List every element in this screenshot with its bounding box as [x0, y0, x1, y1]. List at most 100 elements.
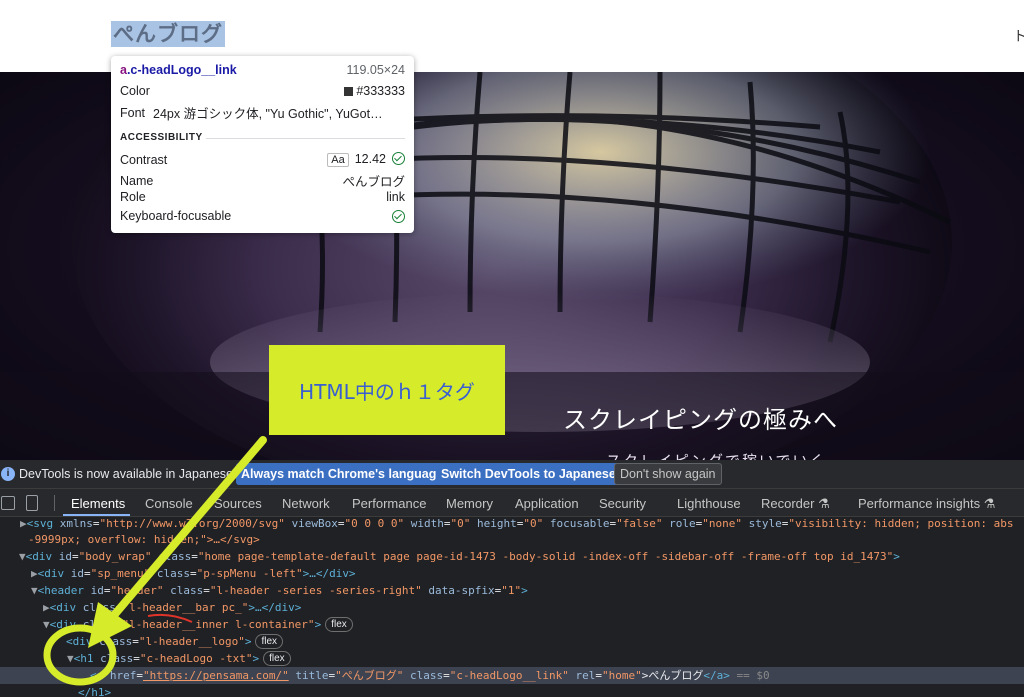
dom-attr-name: data-spfix — [428, 584, 495, 597]
dom-attr-value: "c-headLogo__link" — [449, 669, 569, 682]
collapse-arrow-icon[interactable]: ▼ — [43, 618, 50, 631]
tooltip-role-value: link — [386, 190, 405, 204]
devtools-tab-bar: Elements Console Sources Network Perform… — [0, 489, 1024, 517]
dom-attr-name: focusable — [549, 517, 610, 530]
tab-application[interactable]: Application — [515, 496, 579, 511]
tab-console[interactable]: Console — [145, 496, 193, 511]
inspect-element-icon[interactable] — [1, 496, 15, 510]
tab-performance-insights[interactable]: Performance insights ⚗ — [858, 496, 995, 512]
tab-network[interactable]: Network — [282, 496, 330, 511]
always-match-language-button[interactable]: Always match Chrome's language — [236, 463, 449, 485]
tab-performance[interactable]: Performance — [352, 496, 426, 511]
dom-node-header-inner[interactable]: ▼<div class="l-header__inner l-container… — [43, 616, 1024, 633]
dom-tag: </h1> — [78, 686, 112, 697]
tooltip-font-label: Font — [120, 105, 146, 120]
tooltip-contrast-value: 12.42 — [354, 152, 386, 166]
expand-arrow-icon[interactable]: ▶ — [31, 567, 38, 580]
collapse-arrow-icon[interactable]: ▼ — [19, 550, 26, 563]
hero-subtitle: スクレイピングで稼いでいく — [606, 450, 827, 460]
dom-attr-name: role — [669, 517, 696, 530]
flex-badge[interactable]: flex — [255, 634, 284, 649]
dom-tag: <div — [25, 550, 59, 563]
dom-selected-marker: == $0 — [729, 669, 770, 682]
dom-attr-name: width — [410, 517, 444, 530]
flex-badge[interactable]: flex — [325, 617, 353, 632]
dom-attr-value: "false" — [616, 517, 663, 530]
tab-lighthouse[interactable]: Lighthouse — [677, 496, 741, 511]
dom-attr-value: "l-header__logo" — [138, 635, 245, 648]
tooltip-role-label: Role — [120, 190, 146, 204]
annotation-callout: HTML中のｈ１タグ — [269, 345, 505, 435]
switch-to-japanese-button[interactable]: Switch DevTools to Japanese — [436, 463, 621, 485]
dom-tag: > — [521, 584, 528, 597]
site-logo-link[interactable]: ぺんブログ — [111, 21, 225, 47]
devtools-panel: i DevTools is now available in Japanese!… — [0, 460, 1024, 697]
tooltip-tag: a — [120, 63, 127, 77]
collapse-arrow-icon[interactable]: ▼ — [67, 652, 74, 665]
dom-node-header[interactable]: ▼<header id="header" class="l-header -se… — [31, 582, 1024, 599]
flex-badge[interactable]: flex — [263, 651, 291, 666]
tab-sources[interactable]: Sources — [214, 496, 262, 511]
color-swatch-icon — [344, 87, 354, 96]
dom-href-link[interactable]: "https://pensama.com/" — [143, 669, 289, 682]
dom-attr-value: "visibility: hidden; position: abs — [788, 517, 1014, 530]
dom-attr-name: id — [90, 584, 104, 597]
dom-attr-name: viewBox — [291, 517, 338, 530]
dom-node-sp-menu[interactable]: ▶<div id="sp_menu" class="p-spMenu -left… — [31, 565, 1024, 582]
tooltip-color-value: #333333 — [356, 84, 405, 98]
dom-tag: >…</div> — [302, 567, 356, 580]
dom-attr-value: "home" — [602, 669, 642, 682]
expand-arrow-icon[interactable]: ▶ — [43, 601, 50, 614]
dom-tag: <svg — [26, 517, 60, 530]
dom-node-anchor-selected[interactable]: <a href="https://pensama.com/" title="ぺん… — [0, 667, 1024, 684]
dom-node-header-logo[interactable]: <div class="l-header__logo"> flex — [66, 633, 1024, 650]
dom-attr-value: "none" — [702, 517, 742, 530]
tab-recorder[interactable]: Recorder ⚗ — [761, 496, 830, 512]
dom-attr-value: "0 0 0 0" — [344, 517, 405, 530]
tab-security[interactable]: Security — [599, 496, 646, 511]
dom-tag: <div — [66, 635, 100, 648]
dom-tag: </a> — [703, 669, 730, 682]
dom-attr-value: "http://www.w3.org/2000/svg" — [99, 517, 285, 530]
dom-attr-value: "body_wrap" — [78, 550, 152, 563]
tooltip-class: .c-headLogo__link — [126, 63, 237, 77]
dom-tag: > — [314, 618, 322, 631]
dom-node-svg-cont[interactable]: -9999px; overflow: hidden;">…</svg> — [28, 531, 1024, 548]
dom-tag: <div — [49, 601, 83, 614]
site-nav-item[interactable]: ト — [1013, 26, 1024, 46]
collapse-arrow-icon[interactable]: ▼ — [31, 584, 38, 597]
dom-node-h1[interactable]: ▼<h1 class="c-headLogo -txt"> flex — [67, 650, 1024, 667]
expand-arrow-icon[interactable]: ▶ — [20, 517, 27, 530]
dom-attr-value: "sp_menu" — [90, 567, 151, 580]
dom-attr-name: class — [156, 567, 190, 580]
dom-attr-name: title — [295, 669, 329, 682]
dom-tag: <header — [37, 584, 91, 597]
dom-attr-value: "p-spMenu -left" — [196, 567, 303, 580]
tab-elements[interactable]: Elements — [71, 496, 125, 511]
dom-node-body-wrap[interactable]: ▼<div id="body_wrap" class="home page-te… — [19, 548, 1024, 565]
tab-memory[interactable]: Memory — [446, 496, 493, 511]
tooltip-size: 119.05×24 — [346, 63, 405, 77]
dom-node-h1-close[interactable]: </h1> — [78, 684, 1024, 697]
dom-attr-value: -9999px; overflow: hidden;">…</svg> — [28, 533, 260, 546]
dom-node-header-bar[interactable]: ▶<div class="l-header__bar pc_">…</div> — [43, 599, 1024, 616]
dom-attr-name: class — [82, 618, 116, 631]
tooltip-color-label: Color — [120, 84, 150, 98]
device-toolbar-icon[interactable] — [26, 495, 38, 511]
hero-title: スクレイピングの極みへ — [563, 406, 838, 434]
check-circle-icon — [392, 152, 405, 165]
dom-tree[interactable]: ▶<svg xmlns="http://www.w3.org/2000/svg"… — [0, 517, 1024, 697]
dom-node-svg[interactable]: ▶<svg xmlns="http://www.w3.org/2000/svg"… — [20, 517, 1024, 532]
dom-attr-value: "l-header -series -series-right" — [209, 584, 422, 597]
toolbar-divider — [54, 495, 55, 511]
info-icon: i — [1, 467, 15, 481]
tooltip-color-value-wrap: #333333 — [344, 84, 405, 98]
dom-attr-name: class — [170, 584, 204, 597]
dont-show-again-button[interactable]: Don't show again — [614, 463, 722, 485]
inspect-tooltip: a.c-headLogo__link 119.05×24 Color #3333… — [111, 56, 414, 233]
dom-attr-name: style — [748, 517, 782, 530]
dom-attr-name: id — [58, 550, 72, 563]
dom-attr-value: "ぺんブログ" — [335, 669, 404, 682]
tooltip-name-value: ぺんブログ — [342, 175, 405, 189]
dom-tag: <h1 — [73, 652, 101, 665]
